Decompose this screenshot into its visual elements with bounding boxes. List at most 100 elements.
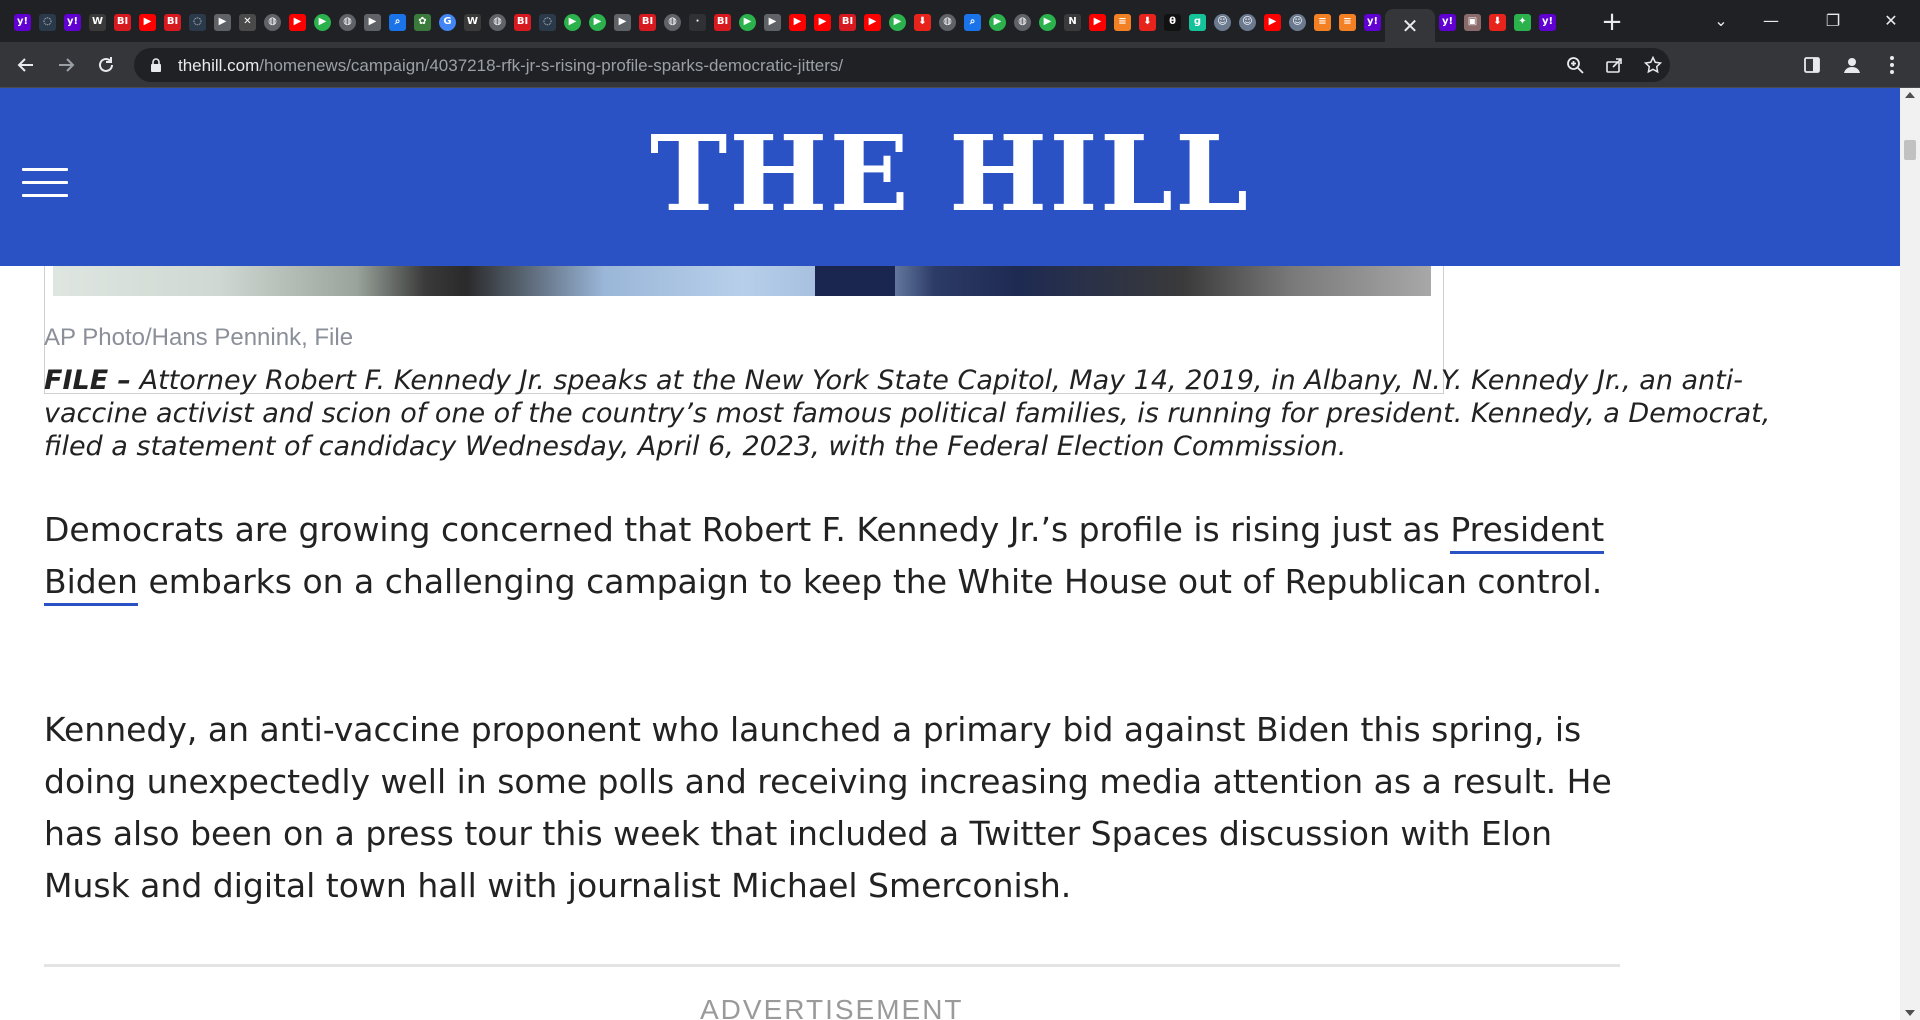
browser-tab[interactable]: ◍ — [485, 10, 510, 34]
browser-tab[interactable]: ◌ — [185, 10, 210, 34]
browser-tab[interactable]: ▶ — [810, 10, 835, 34]
browser-tab[interactable]: ☺ — [1210, 10, 1235, 34]
browser-tab[interactable]: G — [435, 10, 460, 34]
tab-search-button[interactable]: ⌄ — [1696, 0, 1746, 40]
browser-tab[interactable]: y! — [1360, 10, 1385, 34]
browser-tab[interactable]: ▶ — [760, 10, 785, 34]
browser-tab[interactable]: ◍ — [935, 10, 960, 34]
browser-tab[interactable]: ⬇ — [1485, 10, 1510, 34]
browser-tab[interactable]: g — [1185, 10, 1210, 34]
browser-tab[interactable]: ✿ — [410, 10, 435, 34]
browser-tab[interactable]: ▶ — [360, 10, 385, 34]
profile-icon[interactable] — [1840, 53, 1864, 77]
browser-tab[interactable]: y! — [60, 10, 85, 34]
download-red-icon: ⬇ — [914, 13, 931, 31]
browser-tab[interactable]: ⌕ — [385, 10, 410, 34]
browser-tab[interactable]: ◍ — [335, 10, 360, 34]
page-scrollbar[interactable] — [1900, 88, 1920, 1020]
browser-tab[interactable]: θ — [1160, 10, 1185, 34]
browser-tab[interactable]: ◍ — [660, 10, 685, 34]
browser-tab[interactable]: ▶ — [135, 10, 160, 34]
browser-tab[interactable]: ▶ — [585, 10, 610, 34]
browser-tab[interactable]: ◍ — [1010, 10, 1035, 34]
active-tab-close-button[interactable]: ✕ — [1385, 9, 1435, 43]
yahoo-icon: y! — [14, 13, 31, 31]
play-green-icon: ▶ — [1039, 13, 1056, 31]
browser-tab[interactable]: W — [460, 10, 485, 34]
play-green-icon: ▶ — [564, 13, 581, 31]
browser-tab[interactable]: ◍ — [260, 10, 285, 34]
scrollbar-thumb[interactable] — [1904, 140, 1916, 160]
article-photo-tie — [815, 266, 895, 296]
back-button[interactable] — [12, 51, 40, 79]
blank-icon: · — [689, 13, 706, 31]
lock-icon[interactable] — [150, 57, 162, 73]
browser-tab[interactable]: ▶ — [985, 10, 1010, 34]
scroll-up-arrow-icon[interactable] — [1905, 92, 1915, 98]
browser-tab[interactable]: ☺ — [1235, 10, 1260, 34]
browser-tab[interactable]: ≡ — [1310, 10, 1335, 34]
browser-tab[interactable]: N — [1060, 10, 1085, 34]
browser-tab[interactable]: ≡ — [1110, 10, 1135, 34]
blocked-image-icon: ✕ — [239, 13, 256, 31]
browser-tab[interactable]: ▶ — [310, 10, 335, 34]
browser-tab[interactable]: ✦ — [1510, 10, 1535, 34]
browser-tab[interactable]: BI — [635, 10, 660, 34]
browser-tab[interactable]: ◌ — [535, 10, 560, 34]
browser-tab[interactable]: ◌ — [35, 10, 60, 34]
shield-icon: ◌ — [539, 13, 556, 31]
browser-tab[interactable]: ▶ — [1085, 10, 1110, 34]
caption-body: Attorney Robert F. Kennedy Jr. speaks at… — [44, 365, 1771, 462]
browser-tab[interactable]: ▶ — [610, 10, 635, 34]
browser-tab[interactable]: ⌕ — [960, 10, 985, 34]
browser-tab[interactable]: ▣ — [1460, 10, 1485, 34]
browser-tab[interactable]: ⬇ — [1135, 10, 1160, 34]
scroll-down-arrow-icon[interactable] — [1905, 1010, 1915, 1016]
business-insider-icon: BI — [164, 13, 181, 31]
forward-button[interactable] — [52, 51, 80, 79]
browser-tab[interactable]: ▶ — [285, 10, 310, 34]
article-paragraph: Democrats are growing concerned that Rob… — [44, 504, 1644, 608]
url-text[interactable]: thehill.com/homenews/campaign/4037218-rf… — [178, 56, 843, 76]
forward-arrow-icon — [59, 58, 75, 72]
site-logo[interactable]: THE HILL — [0, 122, 1900, 226]
minimize-button[interactable]: — — [1746, 0, 1796, 40]
browser-tab[interactable]: BI — [110, 10, 135, 34]
browser-tab[interactable]: y! — [1435, 10, 1460, 34]
dark-icon: θ — [1164, 13, 1181, 31]
section-divider — [44, 964, 1620, 967]
search-icon: ⌕ — [964, 13, 981, 31]
browser-tab[interactable]: BI — [710, 10, 735, 34]
browser-tab[interactable]: W — [85, 10, 110, 34]
browser-tab[interactable]: ≡ — [1335, 10, 1360, 34]
browser-tab[interactable]: BI — [510, 10, 535, 34]
browser-tab[interactable]: ▶ — [1035, 10, 1060, 34]
browser-tab[interactable]: ▶ — [210, 10, 235, 34]
browser-tab[interactable]: ▶ — [785, 10, 810, 34]
browser-tab[interactable]: · — [685, 10, 710, 34]
browser-tab[interactable]: ▶ — [885, 10, 910, 34]
menu-kebab-icon[interactable] — [1880, 53, 1904, 77]
browser-tab[interactable]: ☺ — [1285, 10, 1310, 34]
address-bar[interactable]: thehill.com/homenews/campaign/4037218-rf… — [134, 48, 1670, 82]
new-tab-button[interactable]: + — [1598, 7, 1626, 37]
youtube-icon: ▶ — [814, 13, 831, 31]
browser-tab[interactable]: ⬇ — [910, 10, 935, 34]
browser-tab[interactable]: ▶ — [735, 10, 760, 34]
browser-tab[interactable]: y! — [10, 10, 35, 34]
browser-tab[interactable]: ✕ — [235, 10, 260, 34]
browser-tab[interactable]: ▶ — [860, 10, 885, 34]
search-icon: ⌕ — [389, 13, 406, 31]
browser-tab[interactable]: ▶ — [1260, 10, 1285, 34]
zoom-icon[interactable] — [1564, 54, 1586, 76]
browser-tab[interactable]: y! — [1535, 10, 1560, 34]
share-icon[interactable] — [1603, 54, 1625, 76]
restore-button[interactable]: ❐ — [1808, 0, 1858, 40]
close-window-button[interactable]: ✕ — [1866, 0, 1916, 40]
reload-button[interactable] — [92, 51, 120, 79]
browser-tab[interactable]: BI — [160, 10, 185, 34]
browser-tab[interactable]: ▶ — [560, 10, 585, 34]
browser-tab[interactable]: BI — [835, 10, 860, 34]
bookmark-star-icon[interactable] — [1642, 54, 1664, 76]
side-panel-icon[interactable] — [1800, 53, 1824, 77]
